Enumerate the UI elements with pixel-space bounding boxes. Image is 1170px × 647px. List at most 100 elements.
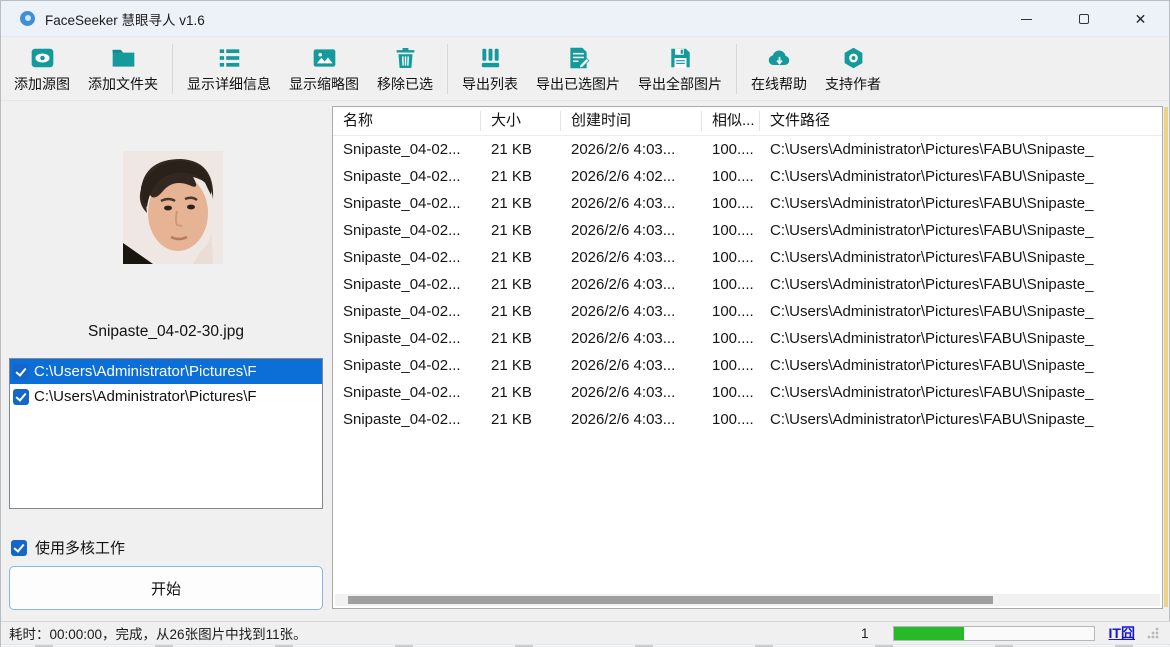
column-header-size[interactable]: 大小: [481, 111, 561, 131]
statusbar: 耗时：00:00:00，完成，从26张图片中找到11张。 1 IT囧: [1, 621, 1170, 644]
cell-name: Snipaste_04-02...: [333, 168, 481, 185]
cell-name: Snipaste_04-02...: [333, 411, 481, 428]
table-row[interactable]: Snipaste_04-02... 21 KB 2026/2/6 4:03...…: [333, 352, 1162, 379]
checkbox-checked-icon[interactable]: [13, 364, 29, 380]
cell-name: Snipaste_04-02...: [333, 141, 481, 158]
preview-filename: Snipaste_04-02-30.jpg: [1, 323, 331, 341]
source-folder-list[interactable]: C:\Users\Administrator\Pictures\F C:\Use…: [9, 358, 323, 509]
table-row[interactable]: Snipaste_04-02... 21 KB 2026/2/6 4:03...…: [333, 217, 1162, 244]
cell-name: Snipaste_04-02...: [333, 276, 481, 293]
add-folder-icon: [108, 44, 138, 72]
site-link[interactable]: IT囧: [1109, 623, 1135, 643]
cell-similarity: 100....: [702, 357, 760, 374]
checkbox-checked-icon[interactable]: [11, 540, 27, 556]
cell-similarity: 100....: [702, 276, 760, 293]
toolbar-label: 在线帮助: [751, 74, 807, 94]
right-edge-strip: [1164, 107, 1168, 607]
table-header: 名称 大小 创建时间 相似... 文件路径: [333, 107, 1162, 136]
cell-similarity: 100....: [702, 411, 760, 428]
table-row[interactable]: Snipaste_04-02... 21 KB 2026/2/6 4:03...…: [333, 244, 1162, 271]
cell-name: Snipaste_04-02...: [333, 249, 481, 266]
maximize-button[interactable]: [1055, 1, 1112, 37]
toolbar-label: 移除已选: [377, 74, 433, 94]
thumbnails-icon: [309, 44, 339, 72]
table-row[interactable]: Snipaste_04-02... 21 KB 2026/2/6 4:03...…: [333, 379, 1162, 406]
support-author-icon: [838, 44, 868, 72]
export-all-images-button[interactable]: 导出全部图片: [629, 40, 731, 98]
cell-size: 21 KB: [481, 249, 561, 266]
toolbar-separator: [447, 44, 448, 94]
toolbar-label: 添加源图: [14, 74, 70, 94]
cell-path: C:\Users\Administrator\Pictures\FABU\Sni…: [760, 357, 1162, 374]
column-header-path[interactable]: 文件路径: [760, 111, 1162, 131]
cell-path: C:\Users\Administrator\Pictures\FABU\Sni…: [760, 168, 1162, 185]
cell-created: 2026/2/6 4:03...: [561, 303, 702, 320]
cell-similarity: 100....: [702, 195, 760, 212]
cell-created: 2026/2/6 4:03...: [561, 249, 702, 266]
list-item[interactable]: C:\Users\Administrator\Pictures\F: [10, 359, 322, 384]
cell-name: Snipaste_04-02...: [333, 222, 481, 239]
start-button[interactable]: 开始: [9, 566, 323, 610]
minimize-button[interactable]: [998, 1, 1055, 37]
multicore-option[interactable]: 使用多核工作: [11, 537, 125, 558]
toolbar: 添加源图 添加文件夹 显示详细信息 显示缩略图 移除已选: [1, 38, 1169, 101]
toolbar-label: 支持作者: [825, 74, 881, 94]
list-item[interactable]: C:\Users\Administrator\Pictures\F: [10, 384, 322, 409]
scrollbar-thumb[interactable]: [348, 596, 993, 604]
support-author-button[interactable]: 支持作者: [816, 40, 890, 98]
folder-path: C:\Users\Administrator\Pictures\F: [34, 388, 257, 405]
cell-path: C:\Users\Administrator\Pictures\FABU\Sni…: [760, 384, 1162, 401]
table-row[interactable]: Snipaste_04-02... 21 KB 2026/2/6 4:02...…: [333, 163, 1162, 190]
remove-selected-button[interactable]: 移除已选: [368, 40, 442, 98]
show-thumbnails-button[interactable]: 显示缩略图: [280, 40, 368, 98]
titlebar: FaceSeeker 慧眼寻人 v1.6 ✕: [1, 1, 1169, 37]
online-help-button[interactable]: 在线帮助: [742, 40, 816, 98]
table-row[interactable]: Snipaste_04-02... 21 KB 2026/2/6 4:03...…: [333, 325, 1162, 352]
multicore-label: 使用多核工作: [35, 537, 125, 558]
left-panel: Snipaste_04-02-30.jpg C:\Users\Administr…: [1, 101, 331, 621]
export-selected-images-button[interactable]: 导出已选图片: [527, 40, 629, 98]
results-table: 名称 大小 创建时间 相似... 文件路径 Snipaste_04-02... …: [332, 106, 1163, 609]
table-row[interactable]: Snipaste_04-02... 21 KB 2026/2/6 4:03...…: [333, 136, 1162, 163]
toolbar-separator: [172, 44, 173, 94]
cell-name: Snipaste_04-02...: [333, 384, 481, 401]
cell-path: C:\Users\Administrator\Pictures\FABU\Sni…: [760, 411, 1162, 428]
horizontal-scrollbar[interactable]: [335, 594, 1160, 606]
cell-similarity: 100....: [702, 168, 760, 185]
cell-name: Snipaste_04-02...: [333, 195, 481, 212]
toolbar-label: 添加文件夹: [88, 74, 158, 94]
add-folder-button[interactable]: 添加文件夹: [79, 40, 167, 98]
show-details-button[interactable]: 显示详细信息: [178, 40, 280, 98]
cell-similarity: 100....: [702, 330, 760, 347]
cell-size: 21 KB: [481, 357, 561, 374]
checkbox-checked-icon[interactable]: [13, 389, 29, 405]
cell-created: 2026/2/6 4:03...: [561, 141, 702, 158]
cell-created: 2026/2/6 4:03...: [561, 384, 702, 401]
table-row[interactable]: Snipaste_04-02... 21 KB 2026/2/6 4:03...…: [333, 190, 1162, 217]
toolbar-label: 显示缩略图: [289, 74, 359, 94]
table-row[interactable]: Snipaste_04-02... 21 KB 2026/2/6 4:03...…: [333, 406, 1162, 433]
cell-created: 2026/2/6 4:02...: [561, 168, 702, 185]
table-row[interactable]: Snipaste_04-02... 21 KB 2026/2/6 4:03...…: [333, 298, 1162, 325]
cell-size: 21 KB: [481, 330, 561, 347]
cell-path: C:\Users\Administrator\Pictures\FABU\Sni…: [760, 330, 1162, 347]
cell-path: C:\Users\Administrator\Pictures\FABU\Sni…: [760, 249, 1162, 266]
cell-created: 2026/2/6 4:03...: [561, 276, 702, 293]
table-row[interactable]: Snipaste_04-02... 21 KB 2026/2/6 4:03...…: [333, 271, 1162, 298]
cell-size: 21 KB: [481, 384, 561, 401]
export-list-button[interactable]: 导出列表: [453, 40, 527, 98]
status-message: 耗时：00:00:00，完成，从26张图片中找到11张。: [9, 623, 307, 643]
minimize-icon: [1021, 19, 1032, 20]
column-header-similarity[interactable]: 相似...: [702, 111, 760, 131]
statusbar-right: 1 IT囧: [861, 622, 1159, 644]
column-header-created[interactable]: 创建时间: [561, 111, 702, 131]
cell-similarity: 100....: [702, 384, 760, 401]
close-button[interactable]: ✕: [1112, 1, 1169, 37]
resize-grip-icon[interactable]: [1147, 627, 1159, 639]
cell-size: 21 KB: [481, 141, 561, 158]
add-source-image-button[interactable]: 添加源图: [5, 40, 79, 98]
cell-similarity: 100....: [702, 222, 760, 239]
column-header-name[interactable]: 名称: [333, 111, 481, 131]
cell-created: 2026/2/6 4:03...: [561, 195, 702, 212]
app-window: FaceSeeker 慧眼寻人 v1.6 ✕ 添加源图 添加文件夹 显示详细信息: [0, 0, 1170, 647]
